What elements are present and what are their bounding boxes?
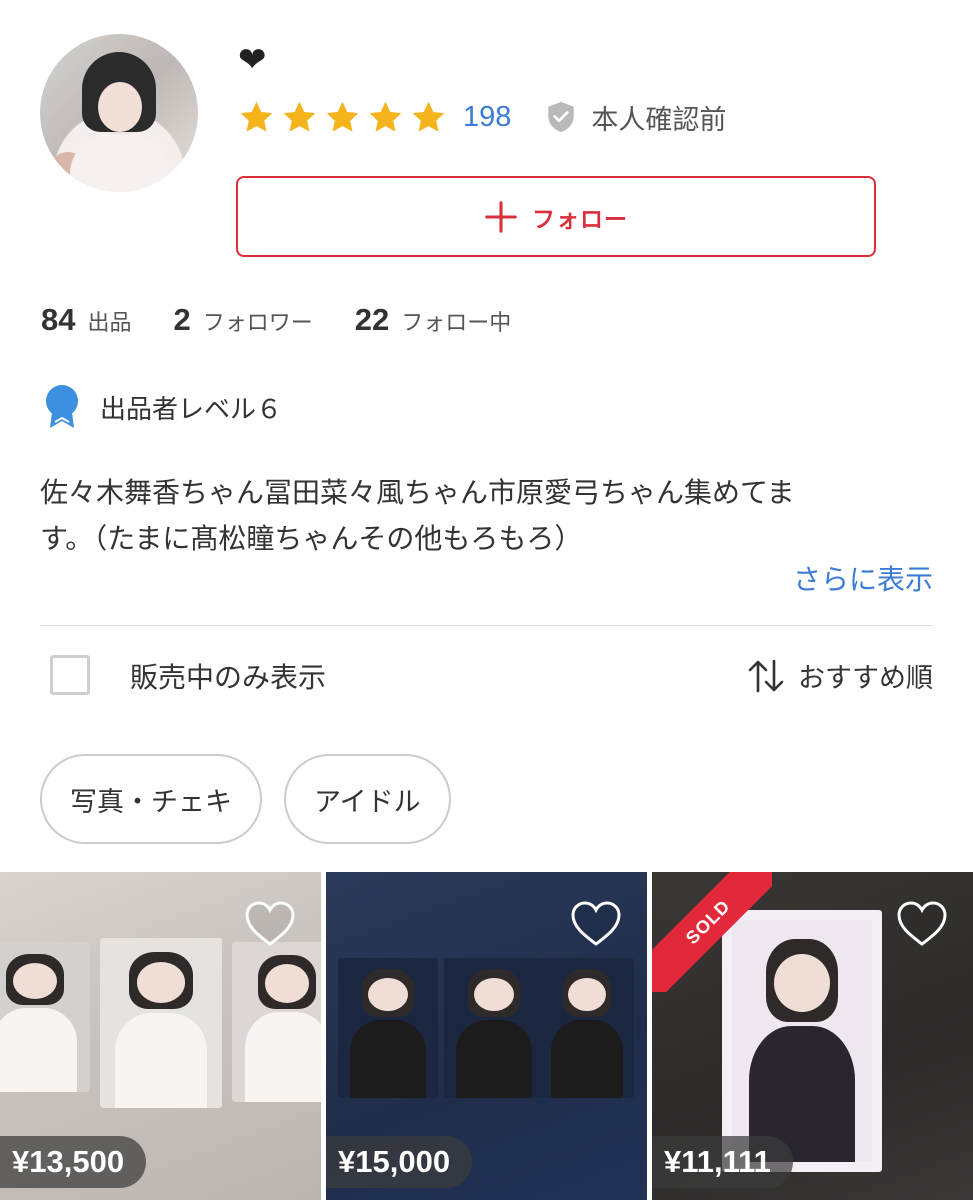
divider	[40, 625, 933, 626]
stat-following[interactable]: 22 フォロー中	[355, 302, 512, 338]
sold-ribbon: SOLD	[652, 872, 772, 992]
on-sale-only-checkbox[interactable]	[50, 655, 90, 695]
price-badge: ¥11,111	[652, 1136, 793, 1188]
avatar-photo-face	[98, 82, 142, 132]
item-card[interactable]: ¥15,000	[326, 872, 647, 1200]
on-sale-only-label[interactable]: 販売中のみ表示	[130, 656, 326, 696]
stat-listings[interactable]: 84 出品	[41, 302, 132, 338]
photo-card-image	[232, 942, 321, 1102]
user-name: ❤	[238, 40, 267, 80]
star-icon	[240, 101, 273, 132]
bio-line: 佐々木舞香ちゃん冨田菜々風ちゃん市原愛弓ちゃん集めてま	[40, 476, 795, 509]
shield-check-icon	[548, 102, 575, 132]
stat-listings-count: 84	[41, 302, 76, 337]
seller-level: 出品者レベル６	[44, 384, 282, 430]
stat-following-label: フォロー中	[401, 311, 512, 336]
avatar-photo-dress	[70, 134, 170, 192]
category-chips: 写真・チェキ アイドル	[40, 754, 451, 844]
sort-arrows-icon	[748, 659, 784, 692]
filter-row: 販売中のみ表示 おすすめ順	[40, 648, 933, 704]
plus-icon	[485, 200, 517, 233]
bio-line: す。（たまに髙松瞳ちゃんその他もろもろ）	[40, 522, 583, 555]
star-icon	[412, 101, 445, 132]
photo-card-image	[444, 958, 544, 1098]
chip-idol[interactable]: アイドル	[284, 754, 451, 844]
photo-card-image	[0, 942, 90, 1092]
star-icon	[283, 101, 316, 132]
rating-row[interactable]: 198 本人確認前	[238, 96, 726, 138]
stat-followers[interactable]: 2 フォロワー	[174, 302, 313, 338]
chip-photo-cheki[interactable]: 写真・チェキ	[40, 754, 262, 844]
avatar[interactable]	[40, 34, 198, 192]
sold-label: SOLD	[681, 895, 734, 948]
follow-button[interactable]: フォロー	[236, 176, 876, 257]
verification-label: 本人確認前	[591, 104, 727, 136]
profile-stats: 84 出品 2 フォロワー 22 フォロー中	[41, 298, 553, 342]
review-count[interactable]: 198	[463, 101, 511, 134]
stat-listings-label: 出品	[87, 311, 132, 336]
like-heart-icon[interactable]	[243, 900, 297, 948]
photo-card-image	[100, 938, 222, 1108]
like-heart-icon[interactable]	[569, 900, 623, 948]
photo-card-image	[540, 958, 634, 1098]
follow-label: フォロー	[532, 206, 628, 233]
star-icon	[326, 101, 359, 132]
price-badge: ¥13,500	[0, 1136, 147, 1188]
item-card[interactable]: SOLD ¥11,111	[652, 872, 973, 1200]
price-badge: ¥15,000	[326, 1136, 473, 1188]
sort-label: おすすめ順	[798, 663, 933, 694]
medal-icon	[46, 385, 78, 428]
star-rating	[238, 99, 447, 136]
star-icon	[369, 101, 402, 132]
stat-followers-count: 2	[173, 302, 191, 337]
stat-following-count: 22	[354, 302, 390, 337]
show-more-link[interactable]: さらに表示	[793, 558, 933, 598]
like-heart-icon[interactable]	[895, 900, 949, 948]
item-grid: ¥13,500 ¥15,000 SOLD ¥11,111	[0, 872, 973, 1200]
verification-status: 本人確認前	[547, 98, 726, 137]
profile-bio: 佐々木舞香ちゃん冨田菜々風ちゃん市原愛弓ちゃん集めてま す。（たまに髙松瞳ちゃん…	[40, 470, 940, 562]
item-card[interactable]: ¥13,500	[0, 872, 321, 1200]
photo-card-image	[338, 958, 438, 1098]
stat-followers-label: フォロワー	[202, 311, 313, 336]
sort-dropdown[interactable]: おすすめ順	[746, 656, 933, 695]
seller-level-label: 出品者レベル６	[100, 394, 283, 425]
